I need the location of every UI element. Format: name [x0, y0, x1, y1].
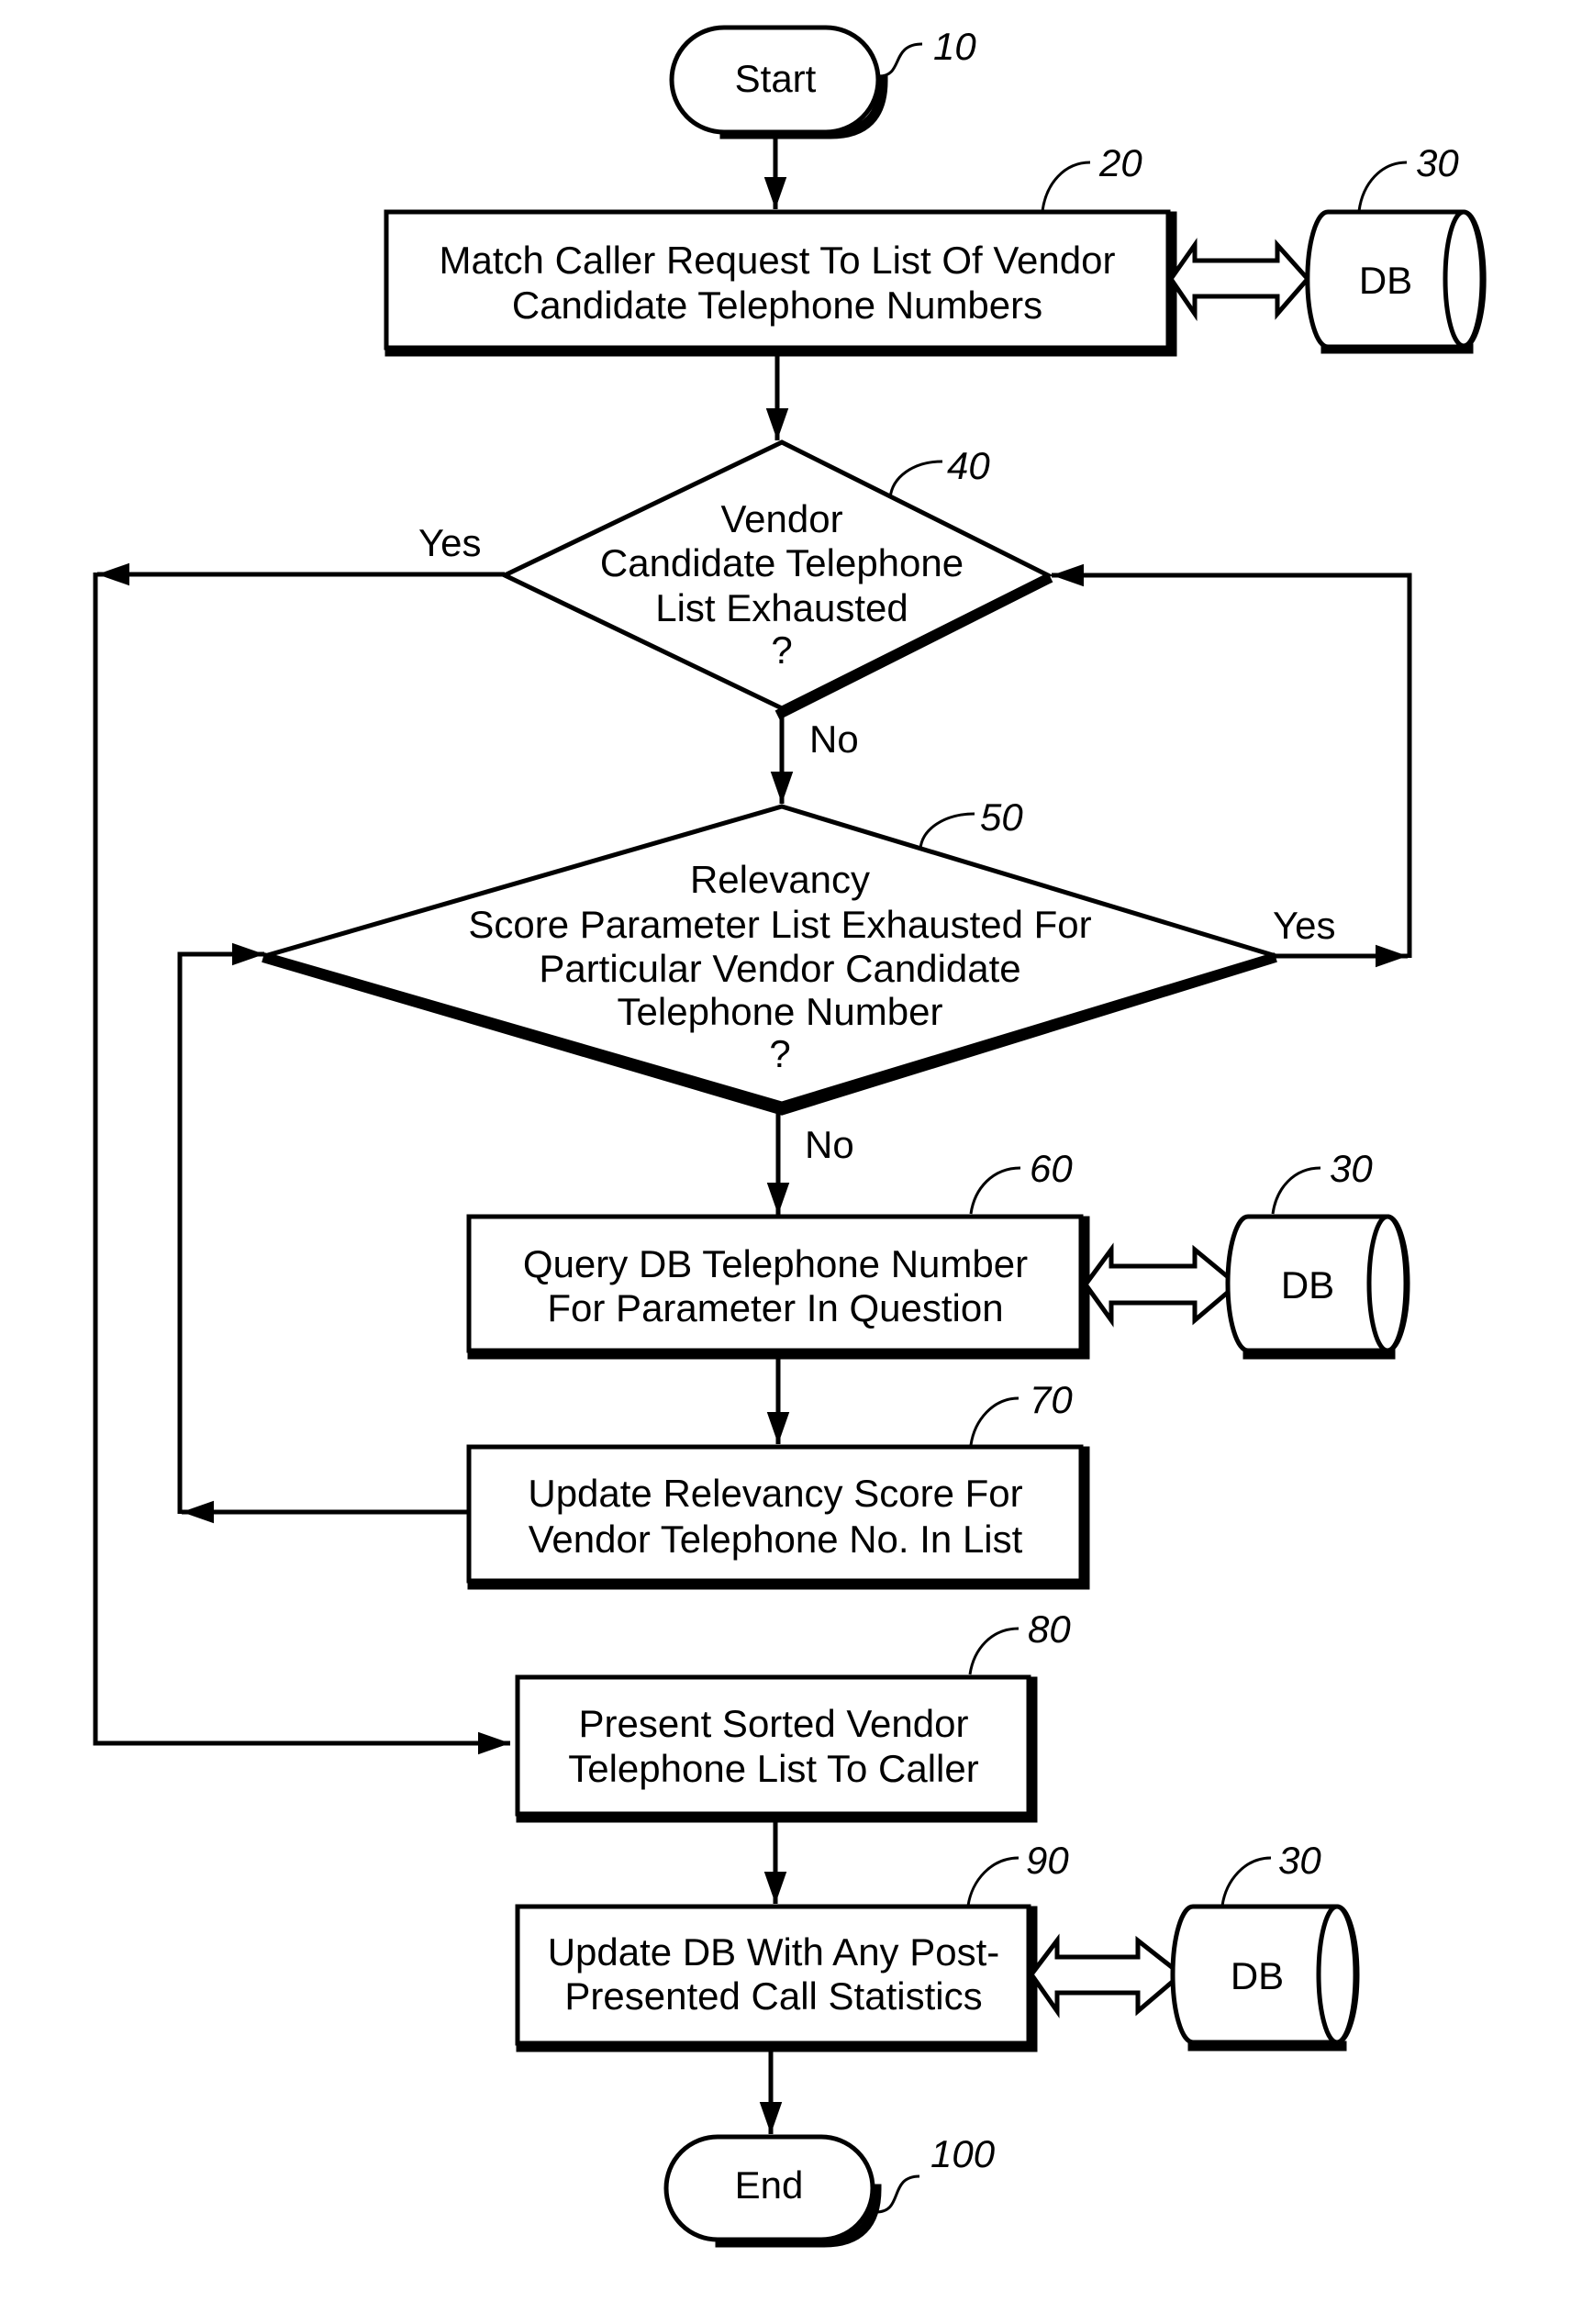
update-db-text-line-2: Presented Call Statistics: [564, 1974, 982, 2018]
decision-50-line-2: Score Parameter List Exhausted For: [468, 903, 1091, 946]
ref-label-70: 70: [1030, 1378, 1073, 1421]
ref-50: 50: [919, 795, 1023, 850]
ref-40: 40: [888, 444, 990, 499]
db-middle-label: DB: [1281, 1263, 1334, 1307]
decision-40-line-4: ?: [771, 628, 792, 672]
arrow-left-rail-to-present: [93, 573, 510, 1755]
process-box-update-score: Update Relevancy Score For Vendor Teleph…: [466, 1444, 1090, 1590]
ref-90: 90: [966, 1839, 1069, 1907]
db-bottom-label: DB: [1231, 1954, 1284, 1997]
ref-label-90: 90: [1026, 1839, 1069, 1882]
ref-label-30-middle: 30: [1330, 1147, 1373, 1190]
database-middle: DB: [1225, 1214, 1410, 1360]
start-label: Start: [735, 57, 817, 100]
decision-50-yes-label: Yes: [1273, 904, 1336, 947]
ref-label-80: 80: [1028, 1607, 1071, 1651]
decision-40-no-label: No: [809, 717, 859, 761]
decision-50-line-1: Relevancy: [690, 858, 870, 901]
arrow-inner-rail-to-decision-50: [177, 942, 264, 1514]
ref-label-30-bottom: 30: [1278, 1839, 1321, 1882]
bidirectional-arrow-update-db-db: [1028, 1933, 1185, 2018]
flowchart: Start 10 Match Caller Request To List Of…: [93, 25, 1487, 2248]
decision-40-line-3: List Exhausted: [655, 586, 908, 629]
present-text-line-2: Telephone List To Caller: [568, 1747, 979, 1790]
update-db-text-line-1: Update DB With Any Post-: [548, 1930, 1000, 1974]
ref-70: 70: [969, 1378, 1073, 1446]
decision-40-line-1: Vendor: [720, 497, 842, 540]
match-text-line-1: Match Caller Request To List Of Vendor: [440, 239, 1116, 282]
ref-label-60: 60: [1030, 1147, 1073, 1190]
process-box-update-db: Update DB With Any Post- Presented Call …: [515, 1904, 1038, 2052]
match-text-line-2: Candidate Telephone Numbers: [512, 284, 1042, 327]
query-text-line-1: Query DB Telephone Number: [523, 1242, 1028, 1285]
ref-label-40: 40: [947, 444, 990, 487]
ref-20: 20: [1041, 141, 1142, 212]
ref-label-50: 50: [980, 795, 1023, 839]
update-score-text-line-1: Update Relevancy Score For: [528, 1472, 1022, 1515]
decision-40-line-2: Candidate Telephone: [600, 541, 964, 584]
ref-30-top: 30: [1357, 141, 1459, 212]
ref-10: 10: [878, 25, 976, 78]
ref-label-30-top: 30: [1416, 141, 1459, 184]
decision-50-line-3: Particular Vendor Candidate: [539, 947, 1020, 990]
end-terminal: End: [663, 2134, 882, 2248]
decision-50-no-label: No: [805, 1123, 854, 1166]
decision-50-line-4: Telephone Number: [618, 990, 943, 1033]
arrow-right-rail-to-decision-40: [1052, 563, 1412, 958]
ref-label-20: 20: [1098, 141, 1142, 184]
decision-40-yes-label: Yes: [418, 521, 482, 564]
query-text-line-2: For Parameter In Question: [547, 1286, 1003, 1329]
bidirectional-arrow-query-db: [1082, 1242, 1241, 1328]
end-label: End: [735, 2163, 804, 2207]
present-text-line-1: Present Sorted Vendor: [579, 1702, 969, 1745]
ref-30-middle: 30: [1271, 1147, 1373, 1215]
database-bottom: DB: [1170, 1904, 1360, 2052]
decision-relevancy-param-exhausted: Relevancy Score Parameter List Exhausted…: [260, 804, 1281, 1116]
database-top: DB: [1305, 209, 1487, 354]
decision-50-line-5: ?: [769, 1032, 790, 1075]
ref-label-10: 10: [933, 25, 976, 68]
ref-30-bottom: 30: [1220, 1839, 1321, 1907]
ref-60: 60: [969, 1147, 1073, 1215]
process-box-present: Present Sorted Vendor Telephone List To …: [515, 1674, 1038, 1823]
ref-100: 100: [875, 2132, 996, 2214]
ref-80: 80: [968, 1607, 1071, 1675]
start-terminal: Start: [669, 25, 888, 139]
bidirectional-arrow-match-db: [1167, 238, 1311, 322]
update-score-text-line-2: Vendor Telephone No. In List: [529, 1518, 1023, 1561]
ref-label-100: 100: [930, 2132, 996, 2175]
process-box-query: Query DB Telephone Number For Parameter …: [466, 1214, 1090, 1360]
process-box-match: Match Caller Request To List Of Vendor C…: [384, 209, 1177, 357]
db-top-label: DB: [1359, 259, 1412, 302]
